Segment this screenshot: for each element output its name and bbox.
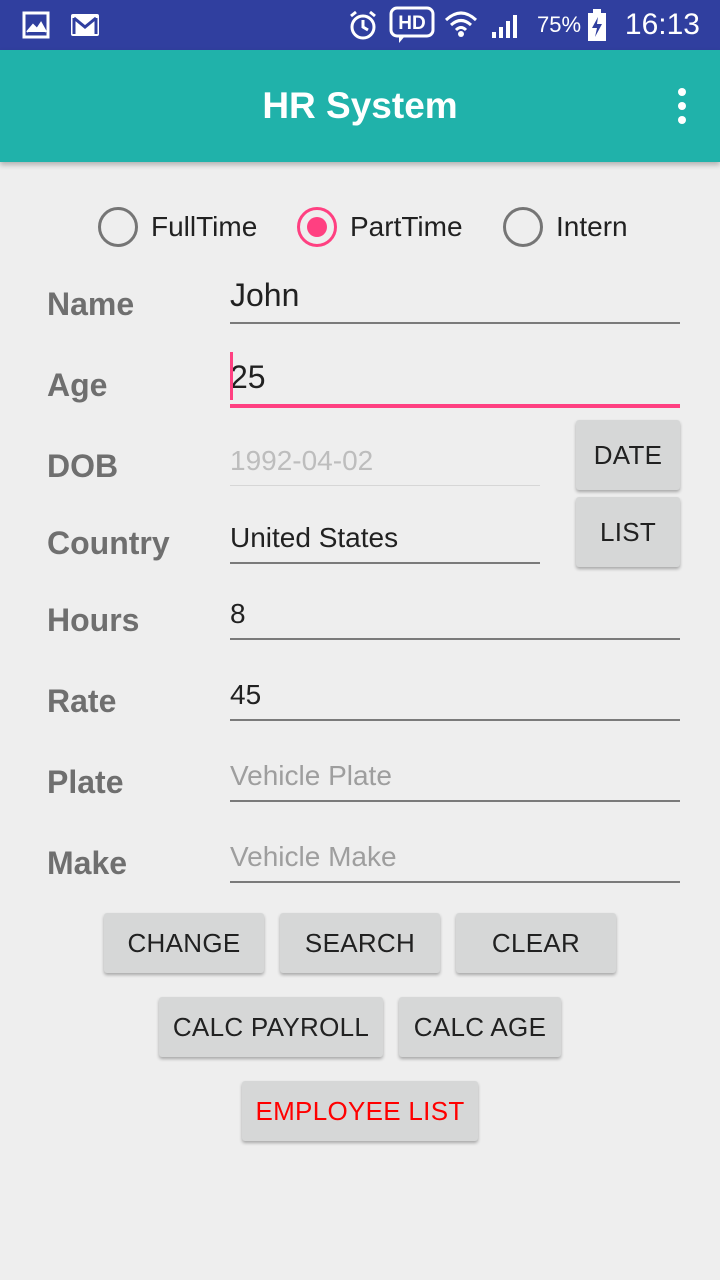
status-bar: HD 75% 16:13	[0, 0, 720, 50]
search-button[interactable]: SEARCH	[280, 913, 440, 973]
age-label: Age	[47, 367, 108, 403]
hd-voice-icon: HD	[389, 0, 435, 50]
make-field[interactable]: Vehicle Make	[230, 839, 680, 883]
app-bar: HR System	[0, 50, 720, 162]
date-button[interactable]: DATE	[576, 420, 680, 490]
rate-label: Rate	[47, 683, 117, 719]
country-label: Country	[47, 525, 170, 561]
name-field[interactable]: John	[230, 277, 680, 324]
wifi-icon	[444, 0, 478, 50]
battery-charging-icon	[586, 0, 608, 50]
make-label: Make	[47, 845, 128, 881]
radio-button-checked-icon	[297, 207, 337, 247]
plate-label: Plate	[47, 764, 124, 800]
dob-field[interactable]: 1992-04-02	[230, 442, 540, 486]
battery-percent: 75%	[537, 12, 582, 37]
signal-icon	[490, 0, 524, 50]
gallery-icon	[22, 0, 50, 50]
employee-list-button[interactable]: EMPLOYEE LIST	[242, 1081, 478, 1141]
gmail-icon	[70, 0, 100, 50]
name-label: Name	[47, 286, 135, 322]
change-button[interactable]: CHANGE	[104, 913, 264, 973]
radio-intern-label: Intern	[556, 211, 628, 242]
list-button[interactable]: LIST	[576, 497, 680, 567]
country-field[interactable]: United States	[230, 520, 540, 564]
hours-label: Hours	[47, 602, 140, 638]
dob-label: DOB	[47, 448, 119, 484]
hours-field[interactable]: 8	[230, 596, 680, 640]
plate-field[interactable]: Vehicle Plate	[230, 758, 680, 802]
radio-fulltime[interactable]: FullTime	[98, 206, 257, 248]
radio-intern[interactable]: Intern	[503, 206, 628, 248]
age-value: 25	[230, 359, 266, 395]
text-cursor	[230, 352, 233, 400]
clock: 16:13	[624, 8, 700, 41]
clear-button[interactable]: CLEAR	[456, 913, 616, 973]
radio-button-icon	[98, 207, 138, 247]
svg-text:HD: HD	[398, 13, 425, 34]
overflow-menu-icon[interactable]	[674, 88, 690, 124]
rate-field[interactable]: 45	[230, 677, 680, 721]
radio-fulltime-label: FullTime	[151, 211, 258, 242]
age-field[interactable]: 25	[230, 352, 680, 408]
radio-parttime-label: PartTime	[350, 211, 463, 242]
radio-parttime[interactable]: PartTime	[297, 206, 463, 248]
app-title: HR System	[262, 85, 458, 126]
radio-button-icon	[503, 207, 543, 247]
calc-payroll-button[interactable]: CALC PAYROLL	[159, 997, 383, 1057]
calc-age-button[interactable]: CALC AGE	[399, 997, 561, 1057]
alarm-icon	[347, 0, 379, 50]
